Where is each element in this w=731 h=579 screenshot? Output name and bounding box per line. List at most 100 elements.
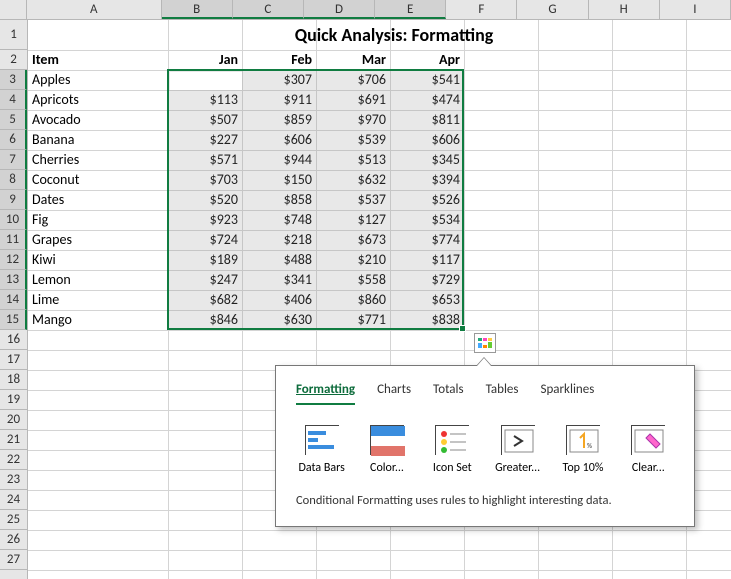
- item-cell[interactable]: Cherries: [28, 150, 168, 170]
- value-cell[interactable]: $488: [242, 250, 316, 270]
- qa-option-icon-set[interactable]: Icon Set: [427, 425, 478, 475]
- row-header-16[interactable]: 16: [0, 330, 27, 350]
- item-cell[interactable]: Coconut: [28, 170, 168, 190]
- value-cell[interactable]: $127: [316, 210, 390, 230]
- value-cell[interactable]: $558: [316, 270, 390, 290]
- qa-tab-tables[interactable]: Tables: [486, 382, 519, 405]
- column-header-h[interactable]: H: [589, 0, 660, 19]
- item-cell[interactable]: Mango: [28, 310, 168, 330]
- row-header-17[interactable]: 17: [0, 350, 27, 370]
- value-cell[interactable]: $341: [242, 270, 316, 290]
- row-header-24[interactable]: 24: [0, 490, 27, 510]
- row-header-18[interactable]: 18: [0, 370, 27, 390]
- value-cell[interactable]: $682: [168, 290, 242, 310]
- value-cell[interactable]: $210: [316, 250, 390, 270]
- value-cell[interactable]: $703: [168, 170, 242, 190]
- column-header-c[interactable]: C: [233, 0, 304, 19]
- column-header-d[interactable]: D: [304, 0, 375, 19]
- item-cell[interactable]: Apples: [28, 70, 168, 90]
- value-cell[interactable]: $406: [242, 290, 316, 310]
- value-cell[interactable]: $911: [242, 90, 316, 110]
- row-header-21[interactable]: 21: [0, 430, 27, 450]
- item-cell[interactable]: Lime: [28, 290, 168, 310]
- value-cell[interactable]: $632: [316, 170, 390, 190]
- qa-option-greater[interactable]: Greater...: [492, 425, 543, 475]
- row-header-5[interactable]: 5: [0, 110, 27, 130]
- value-cell[interactable]: $673: [316, 230, 390, 250]
- value-cell[interactable]: $394: [390, 170, 464, 190]
- value-cell[interactable]: $117: [390, 250, 464, 270]
- value-cell[interactable]: $218: [242, 230, 316, 250]
- row-header-3[interactable]: 3: [0, 70, 27, 90]
- row-header-13[interactable]: 13: [0, 270, 27, 290]
- value-cell[interactable]: $859: [242, 110, 316, 130]
- column-header-i[interactable]: I: [660, 0, 731, 19]
- row-header-15[interactable]: 15: [0, 310, 27, 330]
- value-cell[interactable]: $811: [390, 110, 464, 130]
- item-cell[interactable]: Kiwi: [28, 250, 168, 270]
- row-header-22[interactable]: 22: [0, 450, 27, 470]
- column-header-b[interactable]: B: [162, 0, 233, 19]
- value-cell[interactable]: $571: [168, 70, 242, 90]
- value-cell[interactable]: $691: [316, 90, 390, 110]
- qa-tab-totals[interactable]: Totals: [433, 382, 464, 405]
- value-cell[interactable]: $526: [390, 190, 464, 210]
- row-header-1[interactable]: 1: [0, 20, 27, 50]
- value-cell[interactable]: $724: [168, 230, 242, 250]
- value-cell[interactable]: $606: [242, 130, 316, 150]
- value-cell[interactable]: $189: [168, 250, 242, 270]
- value-cell[interactable]: $706: [316, 70, 390, 90]
- value-cell[interactable]: $247: [168, 270, 242, 290]
- row-header-10[interactable]: 10: [0, 210, 27, 230]
- value-cell[interactable]: $606: [390, 130, 464, 150]
- select-all-corner[interactable]: [0, 0, 27, 19]
- value-cell[interactable]: $970: [316, 110, 390, 130]
- value-cell[interactable]: $858: [242, 190, 316, 210]
- item-cell[interactable]: Banana: [28, 130, 168, 150]
- value-cell[interactable]: $748: [242, 210, 316, 230]
- value-cell[interactable]: $513: [316, 150, 390, 170]
- value-cell[interactable]: $537: [316, 190, 390, 210]
- item-cell[interactable]: Avocado: [28, 110, 168, 130]
- value-cell[interactable]: $944: [242, 150, 316, 170]
- qa-tab-charts[interactable]: Charts: [377, 382, 411, 405]
- qa-option-top-10[interactable]: %Top 10%: [557, 425, 608, 475]
- row-header-27[interactable]: 27: [0, 550, 27, 570]
- row-header-11[interactable]: 11: [0, 230, 27, 250]
- row-header-20[interactable]: 20: [0, 410, 27, 430]
- row-header-12[interactable]: 12: [0, 250, 27, 270]
- qa-option-color[interactable]: Color...: [361, 425, 412, 475]
- qa-option-data-bars[interactable]: Data Bars: [296, 425, 347, 475]
- value-cell[interactable]: $227: [168, 130, 242, 150]
- row-header-14[interactable]: 14: [0, 290, 27, 310]
- item-cell[interactable]: Grapes: [28, 230, 168, 250]
- value-cell[interactable]: $345: [390, 150, 464, 170]
- value-cell[interactable]: $630: [242, 310, 316, 330]
- value-cell[interactable]: $923: [168, 210, 242, 230]
- row-header-25[interactable]: 25: [0, 510, 27, 530]
- item-cell[interactable]: Lemon: [28, 270, 168, 290]
- row-header-26[interactable]: 26: [0, 530, 27, 550]
- column-header-a[interactable]: A: [27, 0, 162, 19]
- value-cell[interactable]: $774: [390, 230, 464, 250]
- value-cell[interactable]: $113: [168, 90, 242, 110]
- value-cell[interactable]: $539: [316, 130, 390, 150]
- row-header-6[interactable]: 6: [0, 130, 27, 150]
- value-cell[interactable]: $846: [168, 310, 242, 330]
- item-cell[interactable]: Fig: [28, 210, 168, 230]
- quick-analysis-button[interactable]: [474, 333, 496, 353]
- column-header-e[interactable]: E: [375, 0, 446, 19]
- value-cell[interactable]: $729: [390, 270, 464, 290]
- value-cell[interactable]: $571: [168, 150, 242, 170]
- value-cell[interactable]: $771: [316, 310, 390, 330]
- qa-tab-formatting[interactable]: Formatting: [296, 382, 355, 405]
- value-cell[interactable]: $507: [168, 110, 242, 130]
- value-cell[interactable]: $860: [316, 290, 390, 310]
- qa-option-clear[interactable]: Clear...: [623, 425, 674, 475]
- value-cell[interactable]: $838: [390, 310, 464, 330]
- value-cell[interactable]: $534: [390, 210, 464, 230]
- value-cell[interactable]: $150: [242, 170, 316, 190]
- row-header-7[interactable]: 7: [0, 150, 27, 170]
- column-header-g[interactable]: G: [517, 0, 588, 19]
- value-cell[interactable]: $653: [390, 290, 464, 310]
